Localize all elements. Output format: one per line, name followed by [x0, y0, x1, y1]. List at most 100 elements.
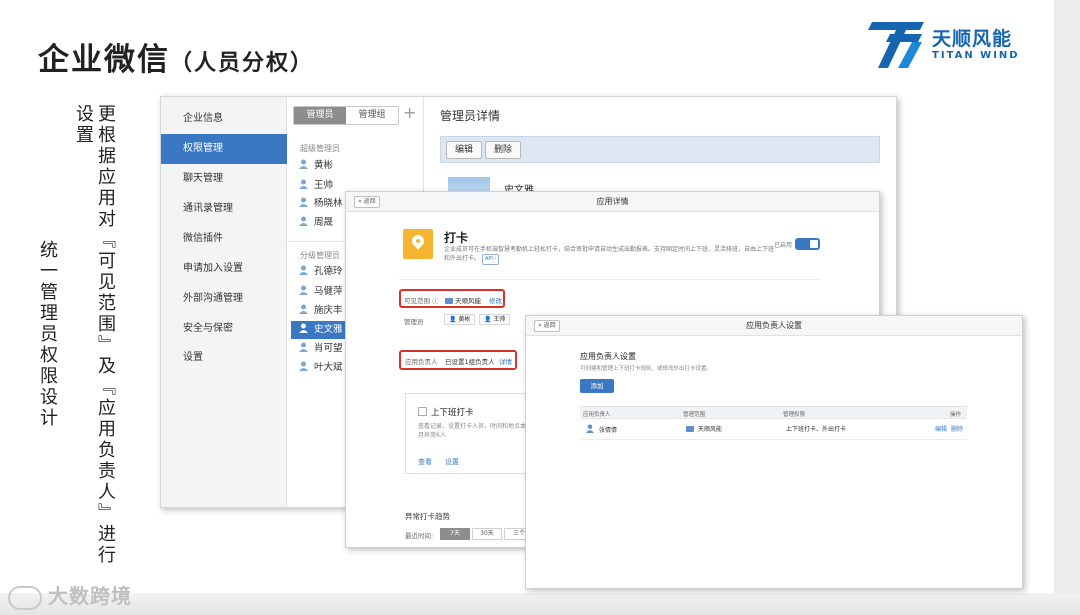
sidebar-item-contacts[interactable]: 通讯录管理 — [161, 194, 287, 224]
sidebar-item-settings[interactable]: 设置 — [161, 343, 287, 373]
admin-sidebar: 企业信息 权限管理 聊天管理 通讯录管理 微信插件 申请加入设置 外部沟通管理 … — [161, 97, 287, 507]
sidebar-item-security[interactable]: 安全与保密 — [161, 314, 287, 344]
admin-name: 肖可望 — [314, 343, 343, 354]
person-icon — [299, 265, 308, 275]
admin-name: 杨晓林 — [314, 198, 343, 209]
section-title: 应用负责人设置 — [580, 352, 636, 361]
add-admin-icon[interactable]: + — [403, 103, 416, 122]
tab-admin-groups[interactable]: 管理组 — [346, 107, 398, 124]
slide-right-band — [1054, 0, 1080, 615]
visible-scope-edit-link[interactable]: 修改 — [489, 295, 502, 305]
logo-text-cn: 天顺风能 — [932, 28, 1013, 50]
admin-chip-name: 王帅 — [493, 316, 506, 323]
divider — [399, 279, 820, 280]
owner-name: 张倩倩 — [599, 427, 618, 434]
admin-chip-name: 黄彬 — [458, 316, 471, 323]
admin-name: 王帅 — [314, 180, 334, 191]
sidebar-item-wechat-plugin[interactable]: 微信插件 — [161, 224, 287, 254]
person-icon — [299, 285, 308, 295]
row-delete-link[interactable]: 删除 — [951, 424, 963, 433]
person-icon — [299, 159, 308, 169]
watermark: 大数跨境 — [8, 580, 132, 610]
admin-list-item[interactable]: 施庆丰 — [299, 302, 343, 320]
admin-name: 周晟 — [314, 217, 334, 228]
table-row-permission: 上下班打卡、外出打卡 — [786, 426, 847, 433]
api-link[interactable]: API › — [481, 254, 500, 265]
admin-list-item[interactable]: 王帅 — [299, 177, 333, 195]
delete-button[interactable]: 删除 — [485, 141, 522, 159]
person-icon — [299, 323, 308, 333]
divider — [580, 439, 967, 440]
vertical-caption-1: 更根据应用对『可见范围』及『应用负责人』进行设置 — [73, 104, 116, 566]
column-scope: 管理范围 — [683, 412, 706, 418]
person-icon — [299, 304, 308, 314]
card-description: 查看记录、设置打卡人员、时间和地点本月异常6人 — [418, 423, 527, 439]
admin-name: 马健萍 — [314, 286, 343, 297]
visible-scope-label: 可见范围 ⓘ — [404, 297, 439, 305]
table-header: 应用负责人 管理范围 管理权限 操作 — [580, 406, 967, 419]
slide-bottom-band — [0, 593, 1080, 615]
admin-list-item-selected[interactable]: 史文雅 — [291, 321, 347, 339]
admin-list-item[interactable]: 杨晓林 — [299, 195, 343, 213]
admin-tabs: 管理员 管理组 — [293, 106, 399, 125]
tab-admins[interactable]: 管理员 — [294, 107, 346, 124]
admin-list-item[interactable]: 黄彬 — [299, 157, 333, 175]
add-owner-button[interactable]: 添加 — [580, 379, 614, 393]
range-7-days-button[interactable]: 7天 — [440, 528, 470, 540]
logo-text-en: TITAN WIND — [932, 50, 1020, 61]
slide-title: 企业微信（人员分权） — [38, 34, 314, 79]
admin-list-item[interactable]: 马健萍 — [299, 283, 343, 301]
admin-name: 黄彬 — [314, 160, 334, 171]
sidebar-item-external[interactable]: 外部沟通管理 — [161, 284, 287, 314]
column-owner: 应用负责人 — [583, 412, 611, 418]
sidebar-item-join-settings[interactable]: 申请加入设置 — [161, 254, 287, 284]
edit-button[interactable]: 编辑 — [446, 141, 483, 159]
app-owner-value: 已设置1组负责人 — [445, 358, 495, 366]
admin-chip[interactable]: 👤 黄彬 — [444, 314, 476, 325]
section-description: 可创建和管理上下班打卡规则、或修改外出打卡设置。 — [580, 366, 713, 372]
app-owner-detail-link[interactable]: 详情 — [499, 356, 512, 366]
person-icon — [299, 216, 308, 226]
admin-list-item[interactable]: 孔德玲 — [299, 263, 343, 281]
card-settings-link[interactable]: 设置 — [445, 457, 459, 467]
sidebar-item-chat[interactable]: 聊天管理 — [161, 164, 287, 194]
person-icon — [299, 197, 308, 207]
sidebar-item-permissions[interactable]: 权限管理 — [161, 134, 287, 164]
enable-toggle[interactable] — [795, 238, 820, 250]
app-detail-title: 应用详情 — [596, 197, 629, 206]
admin-name: 施庆丰 — [314, 305, 343, 316]
app-description: 企业成员可在手机端智慧考勤机上轻松打卡，结合审批申请自动生成出勤报表。支持固定时… — [444, 245, 774, 265]
sidebar-item-company-info[interactable]: 企业信息 — [161, 104, 287, 134]
super-admin-group-label: 超级管理员 — [300, 144, 340, 153]
folder-icon — [686, 426, 694, 432]
person-icon — [299, 179, 308, 189]
clock-in-card: 上下班打卡 查看记录、设置打卡人员、时间和地点本月异常6人 查看 设置 — [405, 393, 535, 474]
owner-settings-header: « 返回 应用负责人设置 — [526, 316, 1022, 336]
card-title: 上下班打卡 — [431, 408, 474, 418]
sub-admin-group-label: 分级管理员 — [300, 251, 340, 260]
row-edit-link[interactable]: 编辑 — [935, 424, 947, 433]
column-actions: 操作 — [950, 412, 962, 418]
admin-detail-title: 管理员详情 — [440, 109, 501, 123]
app-detail-header: « 返回 应用详情 — [346, 192, 879, 212]
admin-name: 孔德玲 — [314, 266, 343, 277]
admin-list-item[interactable]: 肖可望 — [299, 340, 343, 358]
owner-settings-title: 应用负责人设置 — [746, 321, 802, 330]
admin-list-item[interactable]: 叶大斌 — [299, 359, 343, 377]
admin-chip[interactable]: 👤 王帅 — [479, 314, 511, 325]
admin-list-item[interactable]: 周晟 — [299, 214, 333, 232]
scope-text: 天顺风能 — [697, 426, 722, 433]
location-pin-icon — [403, 229, 433, 259]
card-view-link[interactable]: 查看 — [418, 457, 432, 467]
slide-title-sub: （人员分权） — [170, 50, 315, 76]
owner-settings-screenshot: « 返回 应用负责人设置 应用负责人设置 可创建和管理上下班打卡规则、或修改外出… — [525, 315, 1023, 589]
admin-name: 叶大斌 — [314, 362, 343, 373]
person-icon — [299, 361, 308, 371]
range-30-days-button[interactable]: 30天 — [472, 528, 502, 540]
range-label: 最近时间: — [405, 532, 434, 540]
table-row-scope: 天顺风能 — [686, 424, 722, 433]
app-admins-label: 管理员 — [404, 318, 424, 326]
app-name: 打卡 — [444, 231, 469, 245]
table-row-owner: 张倩倩 — [586, 424, 617, 434]
slide-title-main: 企业微信 — [38, 42, 170, 78]
